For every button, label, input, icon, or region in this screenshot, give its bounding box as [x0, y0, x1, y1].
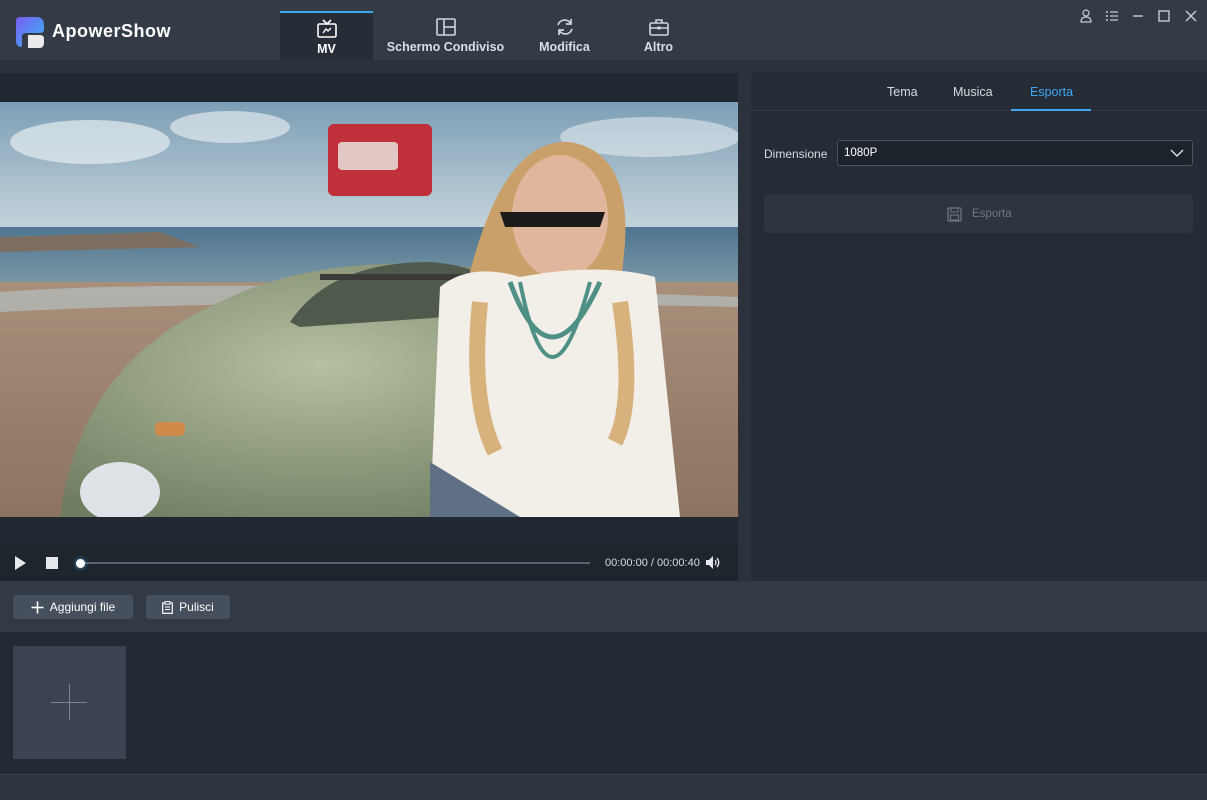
video-preview: [0, 102, 738, 517]
play-icon[interactable]: [13, 555, 27, 571]
tab-esporta[interactable]: Esporta: [1030, 85, 1073, 99]
preview-image: [0, 102, 738, 517]
apowershow-window: ApowerShow MV Schermo Condiviso Modifica…: [0, 0, 1207, 800]
active-tab-indicator: [1011, 109, 1091, 111]
menu-icon[interactable]: [1104, 8, 1120, 24]
add-media-tile[interactable]: [13, 646, 126, 759]
media-toolbar: Aggiungi file Pulisci: [0, 581, 1207, 632]
tab-altro[interactable]: Altro: [612, 11, 705, 60]
add-files-button[interactable]: Aggiungi file: [13, 595, 133, 619]
split-screen-icon: [435, 18, 456, 36]
export-button[interactable]: Esporta: [764, 195, 1193, 233]
settings-panel: Tema Musica Esporta Dimensione 1080P Esp…: [751, 73, 1207, 581]
save-icon: [947, 206, 962, 222]
tab-tema[interactable]: Tema: [887, 85, 918, 99]
tab-mv-label: MV: [317, 42, 336, 56]
dimension-value: 1080P: [844, 147, 878, 159]
clear-button[interactable]: Pulisci: [146, 595, 230, 619]
volume-icon[interactable]: [705, 555, 721, 570]
toolbox-icon: [648, 19, 669, 36]
tab-mv[interactable]: MV: [280, 11, 373, 60]
time-separator: /: [650, 557, 654, 569]
media-library: [0, 632, 1207, 774]
add-files-label: Aggiungi file: [49, 600, 116, 614]
tab-altro-label: Altro: [643, 40, 674, 54]
tab-modifica[interactable]: Modifica: [518, 11, 611, 60]
apowershow-logo-icon: [16, 17, 44, 48]
total-time: 00:00:40: [657, 557, 700, 569]
progress-bar[interactable]: [79, 562, 590, 564]
status-bar: [0, 774, 1207, 800]
plus-icon: [31, 601, 44, 613]
close-icon[interactable]: [1183, 8, 1199, 24]
maximize-icon[interactable]: [1156, 8, 1172, 24]
clipboard-icon: [162, 600, 174, 614]
refresh-icon: [556, 19, 573, 35]
dimension-label: Dimensione: [764, 147, 828, 161]
player-controls: 00:00:00 / 00:00:40: [0, 544, 738, 581]
app-title: ApowerShow: [52, 21, 172, 41]
user-icon[interactable]: [1078, 8, 1094, 24]
dimension-select[interactable]: 1080P: [837, 140, 1193, 166]
add-plus-icon-vertical: [69, 684, 70, 720]
preview-bottom-margin: [0, 517, 738, 544]
settings-tabs: Tema Musica Esporta: [751, 73, 1207, 111]
export-button-label: Esporta: [972, 208, 1012, 220]
tv-icon: [316, 19, 337, 38]
time-display: 00:00:00 / 00:00:40: [605, 557, 700, 569]
clear-label: Pulisci: [179, 600, 214, 614]
tab-modifica-label: Modifica: [539, 40, 590, 54]
chevron-down-icon: [1170, 149, 1184, 158]
minimize-icon[interactable]: [1130, 8, 1146, 24]
tab-schermo-condiviso-label: Schermo Condiviso: [386, 40, 505, 54]
stop-button[interactable]: [46, 557, 58, 569]
preview-top-margin: [0, 73, 738, 102]
title-bar: ApowerShow MV Schermo Condiviso Modifica…: [0, 0, 1207, 60]
tab-schermo-condiviso[interactable]: Schermo Condiviso: [373, 11, 518, 60]
tab-musica[interactable]: Musica: [953, 85, 993, 99]
progress-knob[interactable]: [76, 559, 85, 568]
current-time: 00:00:00: [605, 557, 648, 569]
